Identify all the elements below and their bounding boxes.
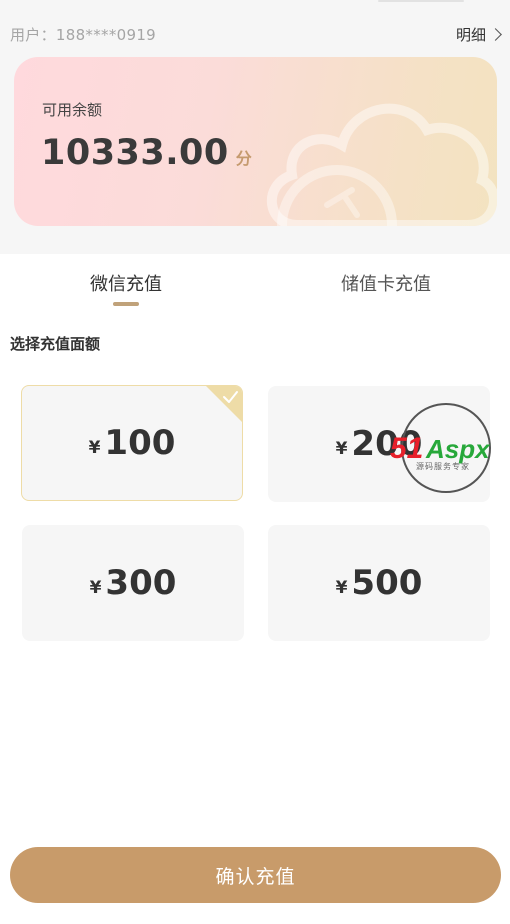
balance-label: 可用余额 <box>42 101 103 119</box>
watermark-brand-b: Aspx <box>425 434 491 464</box>
confirm-recharge-button[interactable]: 确认充值 <box>10 847 501 903</box>
balance-unit: 分 <box>235 149 252 168</box>
recharge-tabs: 微信充值 储值卡充值 <box>0 254 510 314</box>
section-title: 选择充值面额 <box>10 335 101 353</box>
watermark-brand-a: 51 <box>390 432 423 465</box>
currency-symbol: ¥ <box>335 578 348 598</box>
tab-wechat-recharge[interactable]: 微信充值 <box>0 270 252 296</box>
top-area: 用户：188****0919 明细 可用余额 10333.00 分 <box>0 0 510 254</box>
currency-symbol: ¥ <box>335 439 348 459</box>
amount-value: 300 <box>105 563 177 603</box>
checkmark-icon <box>206 386 242 422</box>
detail-link[interactable]: 明细 <box>455 24 502 45</box>
balance-row: 10333.00 分 <box>41 133 252 173</box>
amount-option-100[interactable]: ¥ 100 <box>21 385 243 501</box>
balance-card: 可用余额 10333.00 分 <box>14 57 497 226</box>
amount-value: 500 <box>351 563 423 603</box>
currency-symbol: ¥ <box>89 578 102 598</box>
chevron-right-icon <box>489 28 502 41</box>
tab-stored-value-card[interactable]: 储值卡充值 <box>260 270 510 296</box>
user-phone-label: 用户：188****0919 <box>10 25 157 44</box>
top-notch <box>378 0 464 2</box>
watermark-logo: 51 Aspx 源码服务专家 <box>390 403 491 493</box>
amount-option-500[interactable]: ¥ 500 <box>268 525 490 641</box>
detail-label: 明细 <box>455 25 486 44</box>
amount-option-300[interactable]: ¥ 300 <box>22 525 244 641</box>
amount-value: 100 <box>104 423 176 463</box>
currency-symbol: ¥ <box>88 438 101 458</box>
balance-value: 10333.00 <box>41 133 229 173</box>
cloud-decoration-icon <box>266 103 497 226</box>
watermark-tagline: 源码服务专家 <box>416 461 470 471</box>
active-tab-indicator <box>113 302 139 306</box>
user-row: 用户：188****0919 明细 <box>10 22 502 46</box>
